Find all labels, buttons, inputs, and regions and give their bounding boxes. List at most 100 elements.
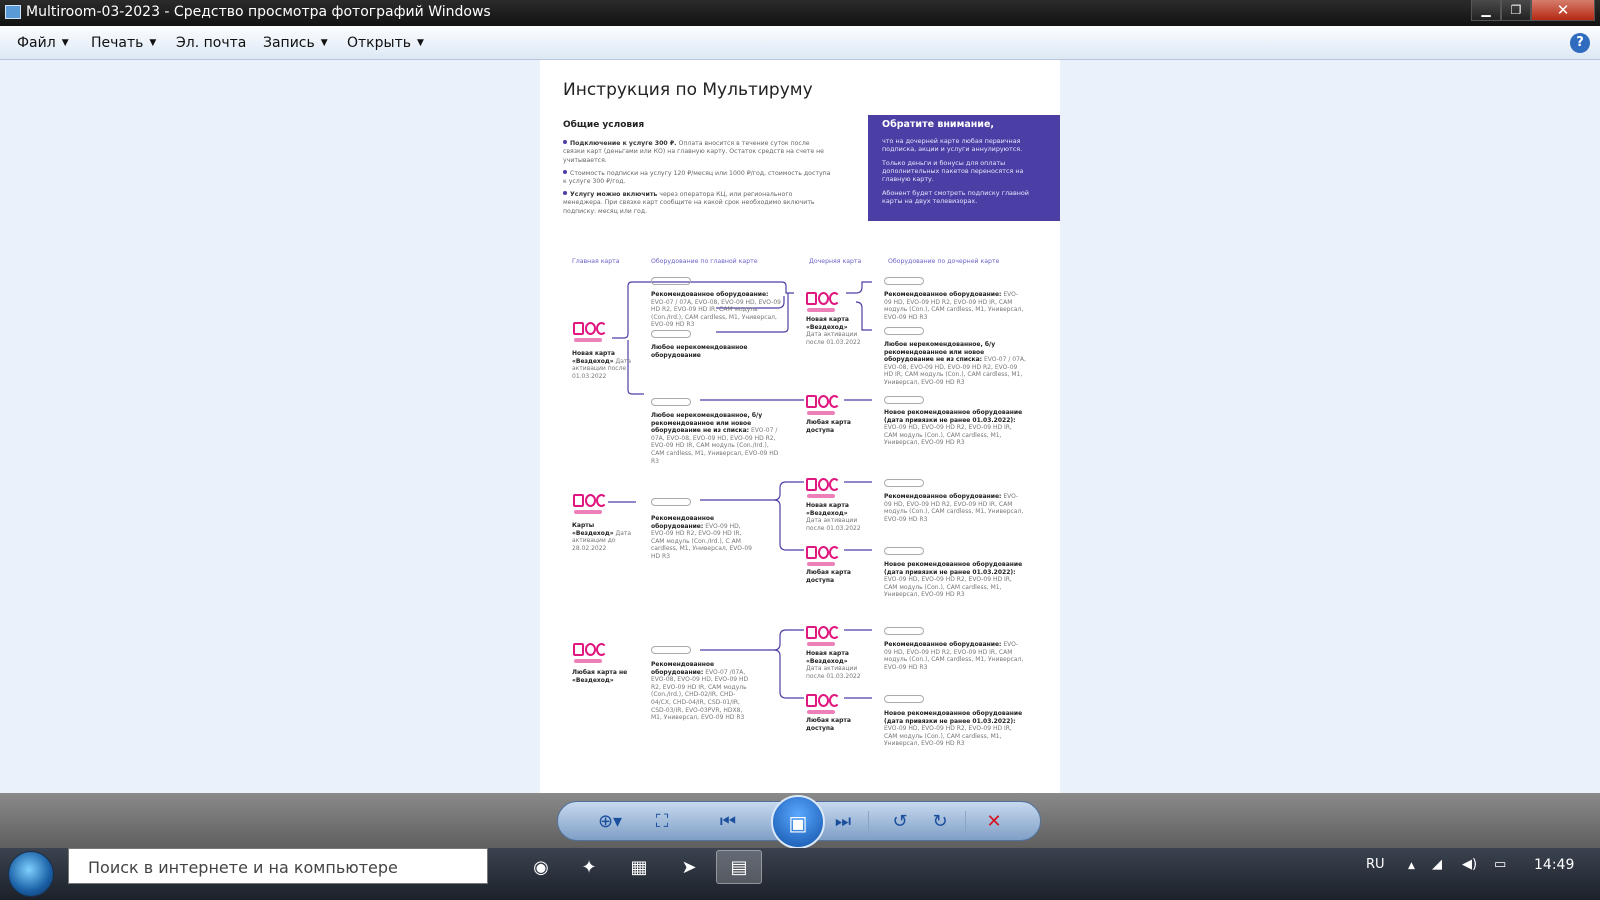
network-icon[interactable]: ◢	[1432, 857, 1442, 872]
app-icon: ✦	[581, 856, 597, 878]
photo-viewer-icon	[5, 5, 21, 19]
chrome-icon: ◉	[533, 856, 549, 878]
zoom-button[interactable]: ⊕▾	[592, 811, 628, 833]
card-icon	[806, 546, 840, 568]
next-button[interactable]: ⏭	[831, 811, 855, 833]
language-indicator[interactable]: RU	[1366, 857, 1385, 872]
menu-file[interactable]: Файл ▼	[17, 35, 69, 51]
card-icon	[806, 292, 840, 314]
card-label: Любая карта доступа	[806, 419, 851, 434]
connector-line	[773, 649, 804, 699]
chevron-down-icon: ▼	[61, 38, 69, 48]
set-top-box-icon	[884, 547, 924, 555]
taskbar-app-chrome[interactable]: ◉	[518, 850, 564, 884]
equipment-label: Новое рекомендованное оборудование (дата…	[884, 409, 1023, 447]
viewer-controls-area: ⊕▾ ⛶ ⏮ ▣ ⏭ ↺ ↻ ✕	[0, 793, 1600, 849]
taskbar-app-calculator[interactable]: ▦	[616, 850, 662, 884]
action-center-icon[interactable]: ▭	[1494, 857, 1506, 872]
telegram-icon: ➤	[681, 856, 697, 878]
menu-label: Файл	[17, 35, 56, 51]
set-top-box-icon	[884, 277, 924, 285]
delete-button[interactable]: ✕	[982, 811, 1006, 833]
delete-icon: ✕	[986, 811, 1002, 832]
slideshow-button[interactable]: ▣	[771, 795, 825, 849]
equipment-label: Рекомендованное оборудование: EVO-07 / 0…	[651, 291, 781, 329]
card-label: Новая карта «Вездеход» Дата активации по…	[572, 350, 632, 380]
equipment-label: Рекомендованное оборудование: EVO-07 /07…	[651, 661, 749, 722]
connector-line	[700, 481, 804, 501]
window-title: Multiroom-03-2023 - Средство просмотра ф…	[26, 4, 491, 20]
chevron-down-icon: ▼	[149, 38, 157, 48]
photo-viewer-icon: ▤	[730, 856, 748, 878]
set-top-box-icon	[884, 627, 924, 635]
menu-label: Запись	[263, 35, 315, 51]
chevron-down-icon: ▼	[320, 38, 328, 48]
menu-label: Эл. почта	[176, 35, 247, 51]
connector-line	[773, 499, 804, 551]
previous-icon: ⏮	[719, 811, 737, 832]
menu-label: Открыть	[347, 35, 411, 51]
fit-window-button[interactable]: ⛶	[650, 811, 674, 833]
minimize-icon: ▁	[1481, 3, 1491, 17]
menu-bar: Файл ▼ Печать ▼ Эл. почта Запись ▼ Открыть ▼…	[0, 26, 1600, 60]
equipment-label: Любое нерекомендованное, б/у рекомендова…	[651, 412, 779, 465]
separator	[868, 811, 869, 833]
equipment-label: Рекомендованное оборудование: EVO-09 HD,…	[884, 291, 1024, 321]
menu-burn[interactable]: Запись ▼	[263, 35, 328, 51]
connector-line	[700, 629, 804, 651]
start-button[interactable]	[8, 851, 54, 897]
set-top-box-icon	[884, 327, 924, 335]
rotate-left-icon: ↺	[892, 811, 908, 832]
next-icon: ⏭	[834, 811, 852, 832]
taskbar-app-telegram[interactable]: ➤	[666, 850, 712, 884]
previous-button[interactable]: ⏮	[716, 811, 740, 833]
slideshow-icon: ▣	[788, 811, 808, 835]
volume-icon[interactable]: ◀)	[1462, 857, 1477, 872]
equipment-label: Новое рекомендованное оборудование (дата…	[884, 710, 1023, 748]
set-top-box-icon	[884, 396, 924, 404]
card-icon	[573, 494, 607, 516]
rotate-right-button[interactable]: ↻	[928, 811, 952, 833]
card-label: Новая карта «Вездеход» Дата активации по…	[806, 650, 861, 680]
calculator-icon: ▦	[630, 856, 648, 878]
card-icon	[806, 694, 840, 716]
card-label: Карты «Вездеход» Дата активации до 28.02…	[572, 522, 632, 552]
menu-print[interactable]: Печать ▼	[91, 35, 156, 51]
menu-label: Печать	[91, 35, 144, 51]
card-icon	[573, 322, 607, 344]
rotate-left-button[interactable]: ↺	[888, 811, 912, 833]
equipment-label: Любое нерекомендованное, б/у рекомендова…	[884, 341, 1026, 386]
card-label: Любая карта доступа	[806, 717, 851, 732]
rotate-right-icon: ↻	[932, 811, 948, 832]
separator	[965, 811, 966, 833]
set-top-box-icon	[651, 277, 691, 285]
clock[interactable]: 14:49	[1534, 857, 1574, 873]
taskbar-app-photo-viewer[interactable]: ▤	[716, 850, 762, 884]
equipment-label: Любое нерекомендованное оборудование	[651, 344, 748, 359]
minimize-button[interactable]: ▁	[1471, 0, 1501, 21]
search-input[interactable]: Поиск в интернете и на компьютере	[68, 848, 488, 884]
tray-expand-icon[interactable]: ▲	[1408, 861, 1415, 871]
menu-open[interactable]: Открыть ▼	[347, 35, 424, 51]
maximize-button[interactable]: ❐	[1501, 0, 1531, 21]
help-icon[interactable]: ?	[1570, 33, 1590, 53]
image-viewer: Инструкция по Мультируму Общие условия П…	[0, 60, 1600, 793]
menu-email[interactable]: Эл. почта	[176, 35, 246, 51]
connector-line	[846, 281, 872, 294]
card-label: Любая карта доступа	[806, 569, 851, 584]
set-top-box-icon	[651, 398, 691, 406]
taskbar: Поиск в интернете и на компьютере ◉ ✦ ▦ …	[0, 848, 1600, 900]
card-label: Новая карта «Вездеход» Дата активации по…	[806, 316, 861, 346]
card-label: Новая карта «Вездеход» Дата активации по…	[806, 502, 861, 532]
card-icon	[573, 643, 607, 665]
set-top-box-icon	[884, 479, 924, 487]
equipment-label: Рекомендованное оборудование: EVO-09 HD,…	[651, 515, 752, 560]
viewer-control-bar: ⊕▾ ⛶ ⏮ ▣ ⏭ ↺ ↻ ✕	[557, 795, 1041, 849]
card-icon	[806, 478, 840, 500]
chevron-down-icon: ▼	[416, 38, 424, 48]
close-button[interactable]: ✕	[1531, 0, 1595, 21]
close-icon: ✕	[1556, 1, 1570, 19]
set-top-box-icon	[651, 330, 691, 338]
document-image: Инструкция по Мультируму Общие условия П…	[540, 60, 1060, 793]
taskbar-app[interactable]: ✦	[566, 850, 612, 884]
